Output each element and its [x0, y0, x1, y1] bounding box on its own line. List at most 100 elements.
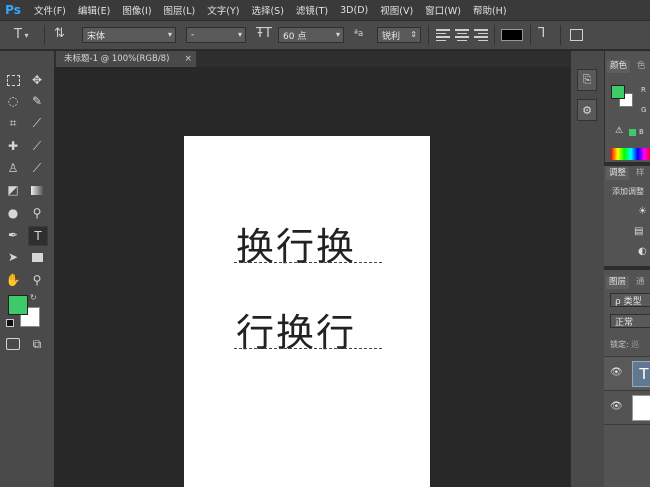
menu-select[interactable]: 选择(S) — [251, 3, 283, 17]
tab-swatches[interactable]: 色 — [637, 60, 646, 73]
zoom-icon[interactable]: ⚲ — [28, 271, 46, 289]
separator — [560, 25, 561, 45]
type-tool-icon[interactable]: T — [28, 226, 48, 246]
align-left-icon[interactable] — [436, 29, 450, 41]
quick-selection-icon[interactable]: ✎ — [28, 92, 46, 110]
hand-icon[interactable]: ✋ — [4, 271, 22, 289]
text-baseline — [234, 348, 382, 349]
separator — [44, 25, 45, 45]
history-brush-icon[interactable]: ⟋ — [28, 159, 46, 177]
separator — [428, 25, 429, 45]
antialias-icon: ªa — [354, 29, 364, 39]
eye-icon[interactable]: 👁 — [610, 367, 623, 378]
layer-row-text[interactable]: 👁 T — [604, 357, 650, 390]
dodge-icon[interactable]: ⚲ — [28, 204, 46, 222]
foreground-color-swatch[interactable] — [8, 295, 28, 315]
brightness-contrast-icon[interactable]: ☀ — [638, 206, 647, 217]
screen-mode-icon[interactable]: ⧉ — [28, 335, 46, 353]
collapsed-panel-dock: ⎘ ⚙ — [570, 51, 604, 487]
channel-g-label: G — [641, 106, 647, 114]
font-style-select[interactable]: - ▾ — [186, 27, 246, 43]
blur-icon[interactable]: ● — [4, 204, 22, 222]
marquee-icon[interactable] — [4, 71, 22, 89]
text-baseline — [234, 262, 382, 263]
eye-icon[interactable]: 👁 — [610, 401, 623, 412]
channel-b-label: B — [639, 128, 644, 136]
menu-filter[interactable]: 滤镜(T) — [296, 3, 328, 17]
align-right-icon[interactable] — [474, 29, 488, 41]
separator — [494, 25, 495, 45]
menu-view[interactable]: 视图(V) — [380, 3, 413, 17]
gamut-warning-icon[interactable]: ⚠ — [615, 126, 623, 136]
align-center-icon[interactable] — [455, 29, 469, 41]
antialias-value: 锐利 — [382, 31, 401, 42]
chevron-updown-icon: ⇕ — [410, 30, 417, 39]
rectangle-shape-icon[interactable] — [28, 248, 46, 266]
tab-color[interactable]: 颜色 — [607, 60, 631, 73]
color-spectrum-ramp[interactable] — [611, 148, 650, 160]
tab-styles[interactable]: 样 — [636, 167, 645, 180]
chevron-down-icon: ▾ — [167, 30, 172, 39]
history-icon[interactable]: ⎘ — [577, 69, 597, 91]
font-size-select[interactable]: 60 点 ▾ — [278, 27, 344, 43]
background-layer-thumbnail — [632, 395, 650, 421]
layer-filter-select[interactable]: ρ 类型 — [610, 293, 650, 307]
clone-stamp-icon[interactable]: ♙ — [4, 159, 22, 177]
text-color-swatch[interactable] — [501, 29, 523, 41]
curves-icon[interactable]: ◐ — [638, 246, 647, 257]
lasso-icon[interactable]: ◌ — [4, 92, 22, 110]
blend-mode-select[interactable]: 正常 — [610, 314, 650, 328]
menu-help[interactable]: 帮助(H) — [473, 3, 507, 17]
gamut-color-swatch[interactable] — [629, 129, 636, 136]
menu-edit[interactable]: 编辑(E) — [78, 3, 110, 17]
crop-icon[interactable]: ⌗ — [4, 114, 22, 132]
menu-layer[interactable]: 图层(L) — [164, 3, 196, 17]
document-tab[interactable]: 未标题-1 @ 100%(RGB/8) × — [56, 51, 196, 67]
font-style-value: - — [191, 30, 195, 40]
pen-icon[interactable]: ✒ — [4, 226, 22, 244]
swap-colors-icon[interactable]: ↻ — [30, 293, 37, 302]
eyedropper-icon[interactable]: ⟋ — [28, 114, 46, 132]
separator — [530, 25, 531, 45]
menu-image[interactable]: 图像(I) — [122, 3, 151, 17]
path-selection-icon[interactable]: ➤ — [4, 248, 22, 266]
tab-channels[interactable]: 通 — [636, 276, 645, 289]
divider — [604, 424, 650, 425]
antialias-select[interactable]: 锐利 ⇕ — [377, 27, 421, 43]
properties-icon[interactable]: ⚙ — [577, 99, 597, 121]
layer-filter-value: ρ 类型 — [615, 296, 642, 307]
menu-bar: Ps 文件(F) 编辑(E) 图像(I) 图层(L) 文字(Y) 选择(S) 滤… — [0, 0, 650, 20]
menu-type[interactable]: 文字(Y) — [207, 3, 239, 17]
toggle-orientation-icon[interactable]: ⇅ — [54, 26, 65, 41]
blend-mode-value: 正常 — [615, 317, 634, 328]
text-layer-thumbnail: T — [632, 361, 650, 387]
close-icon[interactable]: × — [184, 51, 192, 67]
move-icon[interactable]: ✥ — [28, 71, 46, 89]
default-colors-icon[interactable] — [6, 319, 14, 327]
levels-icon[interactable]: ▤ — [634, 226, 643, 237]
font-family-value: 宋体 — [87, 31, 106, 42]
lock-label: 锁定: 巡 — [610, 340, 640, 349]
warp-text-icon[interactable]: Ꞁ — [538, 26, 545, 41]
layer-row-background[interactable]: 👁 — [604, 391, 650, 424]
tab-adjustments[interactable]: 调整 — [606, 167, 630, 180]
options-bar: T ▾ ⇅ 宋体 ▾ - ▾ ŦT 60 点 ▾ ªa 锐利 ⇕ Ꞁ — [0, 20, 650, 50]
adjustments-hint: 添加调整 — [612, 187, 644, 196]
channel-r-label: R — [641, 86, 646, 94]
adjustments-panel: 调整 样 添加调整 ☀ ▤ ◐ — [604, 166, 650, 266]
quick-mask-icon[interactable] — [4, 335, 22, 353]
healing-brush-icon[interactable]: ✚ — [4, 137, 22, 155]
layers-panel: 图层 通 ρ 类型 正常 锁定: 巡 👁 T 👁 — [604, 270, 650, 487]
toolbox: ✥ ◌ ✎ ⌗ ⟋ ✚ ⟋ ♙ ⟋ ◩ ● ⚲ ✒ T ➤ ✋ ⚲ ↻ ⧉ — [0, 51, 54, 487]
menu-file[interactable]: 文件(F) — [34, 3, 66, 17]
menu-3d[interactable]: 3D(D) — [340, 5, 368, 16]
character-panel-icon[interactable] — [570, 29, 583, 41]
menu-window[interactable]: 窗口(W) — [425, 3, 461, 17]
brush-icon[interactable]: ⟋ — [28, 137, 46, 155]
gradient-icon[interactable] — [28, 181, 46, 199]
eraser-icon[interactable]: ◩ — [4, 181, 22, 199]
font-family-select[interactable]: 宋体 ▾ — [82, 27, 176, 43]
color-panel-foreground-swatch[interactable] — [611, 85, 625, 99]
type-tool-preset-icon[interactable]: T ▾ — [14, 27, 29, 42]
tab-layers[interactable]: 图层 — [606, 276, 630, 289]
